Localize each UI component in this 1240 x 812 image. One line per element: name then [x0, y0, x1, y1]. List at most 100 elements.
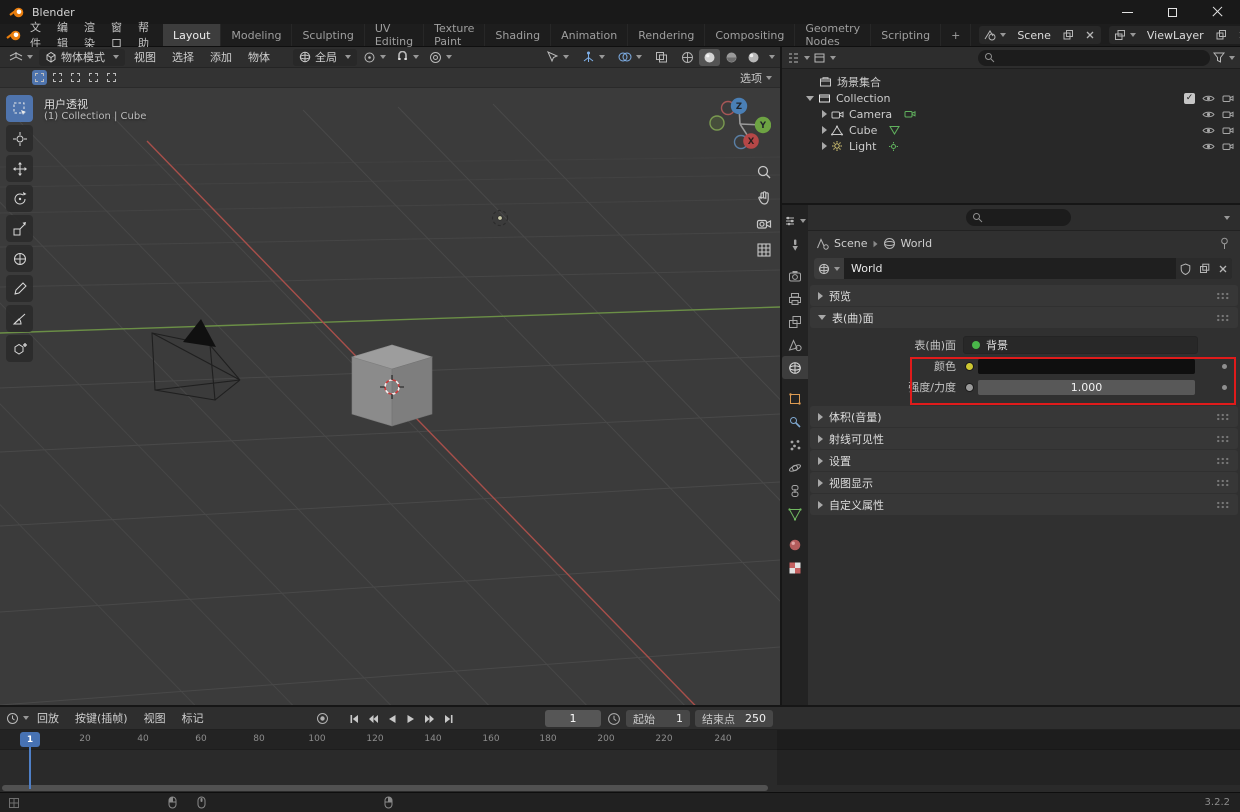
tab-particles[interactable] [783, 433, 807, 456]
viewport-3d[interactable]: 物体模式 视图 选择 添加 物体 全局 选项 用户透视 (1) Collecti… [0, 47, 780, 705]
panel-grip-icon[interactable] [1216, 413, 1230, 421]
workspace-tab-layout[interactable]: Layout [163, 24, 222, 46]
unlink-datablock-button[interactable] [1214, 258, 1232, 279]
close-button[interactable] [1195, 0, 1240, 24]
new-datablock-button[interactable] [1195, 258, 1214, 279]
workspace-tab-compositing[interactable]: Compositing [705, 24, 796, 46]
timeline-horizontal-scrollbar[interactable] [2, 785, 768, 791]
cube-object[interactable] [350, 344, 434, 427]
object-type-visibility-button[interactable] [542, 49, 573, 66]
scene-copy-button[interactable] [1057, 26, 1079, 44]
hide-eye-icon[interactable] [1202, 94, 1215, 103]
tab-tool[interactable] [783, 233, 807, 256]
panel-grip-icon[interactable] [1216, 314, 1230, 322]
tab-modifiers[interactable] [783, 410, 807, 433]
disable-render-camera-icon[interactable] [1222, 109, 1234, 119]
hide-eye-icon[interactable] [1202, 142, 1215, 151]
panel-grip-icon[interactable] [1216, 435, 1230, 443]
outliner-search-input[interactable] [978, 49, 1210, 66]
panel-volume[interactable]: 体积(音量) [810, 406, 1238, 427]
panel-preview[interactable]: 预览 [810, 285, 1238, 306]
select-mode-subtract-button[interactable] [68, 70, 83, 85]
tab-texture[interactable] [783, 556, 807, 579]
panel-grip-icon[interactable] [1216, 479, 1230, 487]
pin-icon[interactable] [1219, 237, 1230, 250]
navigation-gizmo[interactable]: Z Y X [705, 91, 771, 157]
outliner-row-collection[interactable]: Collection ✓ [782, 90, 1240, 106]
tool-transform[interactable] [6, 245, 33, 272]
outliner-row-camera[interactable]: Camera [782, 106, 1240, 122]
world-browse-button[interactable] [814, 258, 844, 279]
play-reverse-button[interactable] [383, 710, 400, 727]
start-frame-field[interactable]: 起始 1 [626, 710, 690, 727]
playhead-line[interactable] [29, 747, 31, 789]
proportional-editing-button[interactable] [425, 49, 456, 66]
camera-expand-arrow[interactable] [822, 110, 827, 118]
menu-window[interactable]: 窗口 [103, 21, 130, 50]
outliner-editor-type-button[interactable] [787, 52, 810, 64]
workspace-tab-animation[interactable]: Animation [551, 24, 629, 46]
menu-render[interactable]: 渲染 [76, 21, 103, 50]
scene-browse-button[interactable] [979, 26, 1011, 44]
fake-user-button[interactable] [1176, 258, 1195, 279]
next-keyframe-button[interactable] [421, 710, 438, 727]
panel-surface[interactable]: 表(曲)面 [810, 307, 1238, 328]
shading-material-button[interactable] [721, 49, 742, 66]
menu-help[interactable]: 帮助 [130, 21, 157, 50]
tool-scale[interactable] [6, 215, 33, 242]
scene-name[interactable]: Scene [1011, 29, 1057, 42]
timeline-menu-view[interactable]: 视图 [136, 710, 174, 726]
panel-grip-icon[interactable] [1216, 501, 1230, 509]
shading-rendered-button[interactable] [743, 49, 764, 66]
menu-edit[interactable]: 编辑 [49, 21, 76, 50]
hide-eye-icon[interactable] [1202, 110, 1215, 119]
workspace-tab-modeling[interactable]: Modeling [221, 24, 293, 46]
tool-move[interactable] [6, 155, 33, 182]
orthographic-toggle-button[interactable] [753, 239, 775, 261]
workspace-tab-scripting[interactable]: Scripting [871, 24, 942, 46]
auto-keying-record-button[interactable] [314, 710, 331, 727]
camera-object[interactable] [151, 319, 241, 401]
disable-render-camera-icon[interactable] [1222, 141, 1234, 151]
jump-to-end-button[interactable] [440, 710, 457, 727]
tab-constraints[interactable] [783, 479, 807, 502]
color-swatch-field[interactable] [978, 358, 1195, 374]
hide-eye-icon[interactable] [1202, 126, 1215, 135]
show-overlays-toggle[interactable] [614, 49, 646, 66]
end-frame-field[interactable]: 结束点 250 [695, 710, 773, 727]
pan-hand-button[interactable] [753, 187, 775, 209]
tool-options-dropdown[interactable]: 选项 [740, 70, 772, 86]
properties-search-input[interactable] [966, 209, 1071, 226]
current-frame-field[interactable]: 1 [545, 710, 601, 727]
strength-slider[interactable]: 1.000 [978, 379, 1195, 395]
light-expand-arrow[interactable] [822, 142, 827, 150]
add-workspace-button[interactable]: + [941, 24, 972, 46]
strength-animate-dot[interactable] [1222, 384, 1227, 390]
tab-view-layer[interactable] [783, 310, 807, 333]
axis-neg-y-ball[interactable] [709, 115, 725, 131]
breadcrumb-world[interactable]: World [901, 237, 933, 250]
viewport-canvas[interactable] [0, 47, 780, 705]
collection-expand-arrow[interactable] [806, 95, 814, 101]
viewlayer-name[interactable]: ViewLayer [1141, 29, 1210, 42]
shading-wireframe-button[interactable] [677, 49, 698, 66]
viewlayer-browse-button[interactable] [1109, 26, 1141, 44]
timeline-menu-marker[interactable]: 标记 [174, 710, 212, 726]
cube-expand-arrow[interactable] [822, 126, 827, 134]
tab-world[interactable] [782, 356, 808, 379]
show-gizmo-toggle[interactable] [578, 49, 609, 66]
workspace-tab-sculpting[interactable]: Sculpting [292, 24, 365, 46]
outliner-row-scene-collection[interactable]: 场景集合 [782, 74, 1240, 90]
tab-render[interactable] [783, 264, 807, 287]
tab-object[interactable] [783, 387, 807, 410]
surface-shader-button[interactable]: 背景 [963, 336, 1198, 354]
panel-custom-properties[interactable]: 自定义属性 [810, 494, 1238, 515]
breadcrumb-scene[interactable]: Scene [834, 237, 868, 250]
menu-file[interactable]: 文件 [22, 21, 49, 50]
outliner-filter-button[interactable] [1213, 52, 1235, 63]
tool-cursor[interactable] [6, 125, 33, 152]
playhead-handle[interactable]: 1 [20, 732, 40, 747]
color-animate-dot[interactable] [1222, 363, 1227, 369]
blender-menu-icon[interactable] [6, 29, 22, 42]
minimize-button[interactable] [1105, 0, 1150, 24]
